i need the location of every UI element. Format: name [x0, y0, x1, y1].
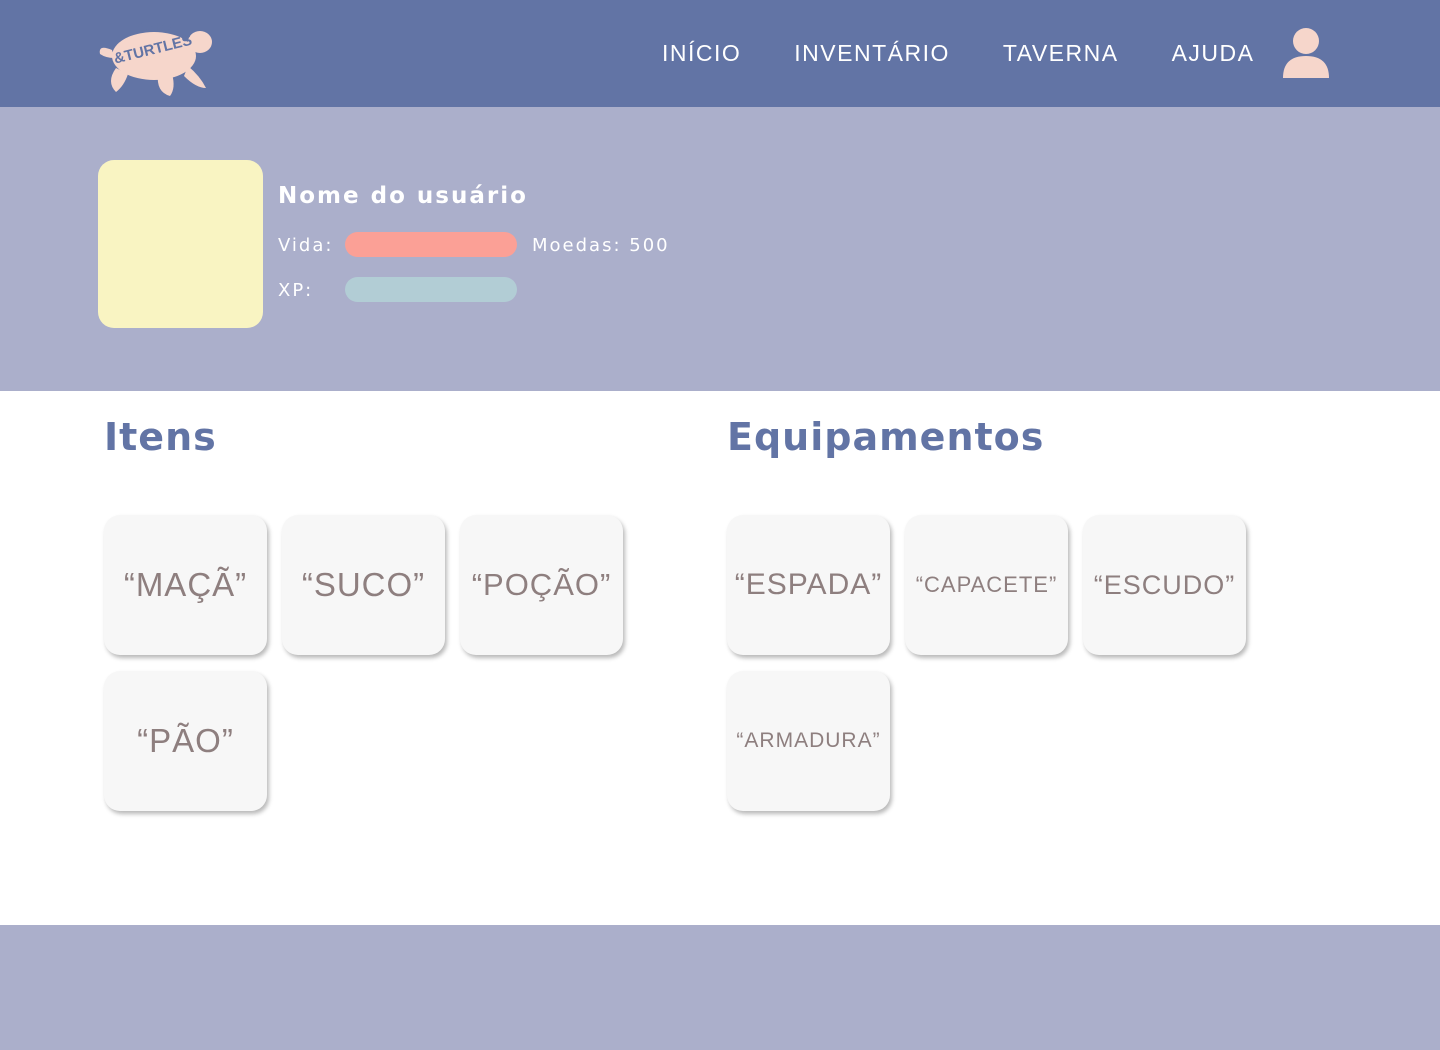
- main-nav: INÍCIO INVENTÁRIO TAVERNA AJUDA: [662, 0, 1254, 107]
- equipment-card-armadura[interactable]: “ARMADURA”: [727, 671, 890, 811]
- xp-bar-fill: [345, 277, 517, 302]
- nav-item-ajuda[interactable]: AJUDA: [1172, 40, 1255, 67]
- health-bar-fill: [345, 232, 517, 257]
- user-icon[interactable]: [1281, 28, 1331, 80]
- turtle-logo-icon[interactable]: TASKS &TURTLES: [96, 10, 214, 98]
- xp-bar: [345, 277, 517, 302]
- equipment-card-espada[interactable]: “ESPADA”: [727, 515, 890, 655]
- profile-panel: Nome do usuário Vida: Moedas: 500 XP:: [0, 107, 1440, 391]
- header: TASKS &TURTLES INÍCIO INVENTÁRIO TAVERNA…: [0, 0, 1440, 107]
- xp-label: XP:: [278, 280, 314, 301]
- nav-item-inventario[interactable]: INVENTÁRIO: [794, 40, 950, 67]
- item-card-suco[interactable]: “SUCO”: [282, 515, 445, 655]
- equipment-card-escudo[interactable]: “ESCUDO”: [1083, 515, 1246, 655]
- equipment-title: Equipamentos: [727, 415, 1045, 459]
- nav-item-inicio[interactable]: INÍCIO: [662, 40, 741, 67]
- items-title: Itens: [104, 415, 217, 459]
- item-card-pao[interactable]: “PÃO”: [104, 671, 267, 811]
- health-label: Vida:: [278, 235, 334, 256]
- coins-text: Moedas: 500: [532, 235, 670, 256]
- footer: [0, 925, 1440, 1050]
- svg-text:TASKS: TASKS: [126, 19, 177, 35]
- username: Nome do usuário: [278, 183, 528, 209]
- equipment-card-capacete[interactable]: “CAPACETE”: [905, 515, 1068, 655]
- item-card-maca[interactable]: “MAÇÃ”: [104, 515, 267, 655]
- avatar[interactable]: [98, 160, 263, 328]
- health-bar: [345, 232, 517, 257]
- nav-item-taverna[interactable]: TAVERNA: [1003, 40, 1119, 67]
- item-card-pocao[interactable]: “POÇÃO”: [460, 515, 623, 655]
